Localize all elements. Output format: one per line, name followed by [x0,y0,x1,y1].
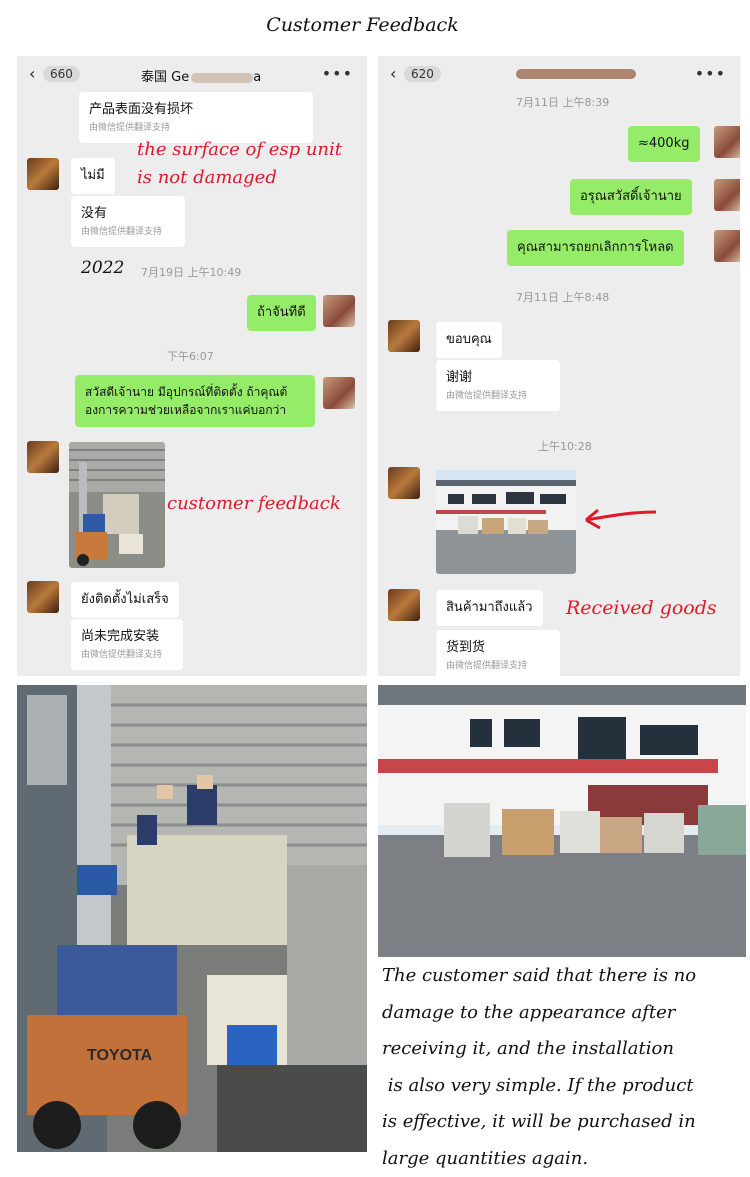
message-text: 尚未完成安装 [81,629,159,644]
avatar[interactable] [388,467,420,499]
message-bubble: ขอบคุณ [436,322,502,358]
message-text: 产品表面没有损坏 [89,102,193,117]
installation-site-photo [69,442,165,568]
description-line: is also very simple. If the product [382,1068,748,1105]
message-bubble-sent: คุณสามารถยกเลิกการโหลด [507,230,684,266]
avatar[interactable] [323,377,355,409]
message-text: สวัสดีเจ้านาย มีอุปกรณ์ที่ติดตั้ง ถ้าคุณ… [85,383,305,401]
description-line: is effective, it will be purchased in [382,1104,748,1141]
back-chevron-icon[interactable]: ‹ [29,64,35,83]
message-text: 货到货 [446,640,485,655]
avatar[interactable] [27,441,59,473]
warehouse-photo [378,685,746,957]
message-bubble: ไม่มี [71,158,115,194]
installation-scene: TOYOTA [17,685,367,1152]
red-arrow-icon [580,502,660,532]
timestamp: 上午10:28 [538,438,592,454]
translation-note: 由微信提供翻译支持 [81,649,173,663]
message-bubble: ยังติดตั้งไม่เสร็จ [71,582,179,618]
redaction-blur [191,73,253,83]
left-chat-screenshot: ‹ 660 泰国 Ge a ••• 产品表面没有损坏 由微信提供翻译支持 ไม่ม… [17,56,367,676]
message-text: สินค้ามาถึงแล้ว [446,600,533,615]
chat-title: 泰国 Ge a [141,66,261,85]
chat-title-prefix: 泰国 Ge [141,70,189,85]
annotation-line: is not damaged [137,166,342,189]
avatar[interactable] [714,179,740,211]
forklift-brand-text: TOYOTA [87,1047,153,1064]
timestamp: 7月19日 上午10:49 [141,264,241,280]
installation-photo: TOYOTA [17,685,367,1152]
message-text: 没有 [81,206,107,221]
message-text: ขอบคุณ [446,332,492,347]
message-text: อรุณสวัสดิ์เจ้านาย [580,189,682,204]
message-bubble: 产品表面没有损坏 由微信提供翻译支持 [79,92,313,143]
timestamp: 下午6:07 [167,348,214,364]
page-title: Customer Feedback [0,14,725,36]
translation-note: 由微信提供翻译支持 [446,660,550,674]
avatar[interactable] [27,581,59,613]
message-bubble-sent: ≈400kg [628,126,700,162]
timestamp: 7月11日 上午8:39 [516,94,609,110]
unread-count-badge: 620 [404,66,441,82]
more-icon[interactable]: ••• [322,64,353,83]
right-chat-header: ‹ 620 ••• [378,56,740,94]
right-chat-screenshot: ‹ 620 ••• 7月11日 上午8:39 ≈400kg อรุณสวัสดิ… [378,56,740,676]
avatar[interactable] [27,158,59,190]
timestamp: 7月11日 上午8:48 [516,289,609,305]
translation-note: 由微信提供翻译支持 [89,122,303,136]
message-text: 谢谢 [446,370,472,385]
message-bubble: สินค้ามาถึงแล้ว [436,590,543,626]
message-bubble: 货到货 由微信提供翻译支持 [436,630,560,676]
avatar[interactable] [714,230,740,262]
message-text: ยังติดตั้งไม่เสร็จ [81,592,169,607]
message-bubble: 没有 由微信提供翻译支持 [71,196,185,247]
translation-note: 由微信提供翻译支持 [446,390,550,404]
message-bubble-sent: ถ้าจันทีดี [247,295,316,331]
annotation-received: Received goods [566,596,717,621]
redaction-blur [516,69,636,79]
description-line: damage to the appearance after [382,995,748,1032]
annotation-feedback: customer feedback [167,492,341,515]
description-line: receiving it, and the installation [382,1031,748,1068]
message-text: ถ้าจันทีดี [257,305,306,320]
message-text: คุณสามารถยกเลิกการโหลด [517,240,674,255]
unread-count-badge: 660 [43,66,80,82]
avatar[interactable] [714,126,740,158]
image-thumbnail[interactable] [436,470,576,574]
message-text: องการความช่วยเหลือจากเราแค่บอกว่า [85,401,305,419]
description-line: large quantities again. [382,1141,748,1177]
description-line: The customer said that there is no [382,958,748,995]
message-text: ≈400kg [638,136,690,151]
message-text: ไม่มี [81,168,105,183]
warehouse-delivery-photo [436,470,576,574]
chat-title-redacted [514,66,636,81]
translation-note: 由微信提供翻译支持 [81,226,175,240]
message-bubble: 谢谢 由微信提供翻译支持 [436,360,560,411]
avatar[interactable] [323,295,355,327]
image-thumbnail[interactable] [69,442,165,568]
message-bubble-sent: สวัสดีเจ้านาย มีอุปกรณ์ที่ติดตั้ง ถ้าคุณ… [75,375,315,427]
back-chevron-icon[interactable]: ‹ [390,64,396,83]
left-chat-header: ‹ 660 泰国 Ge a ••• [17,56,367,94]
chat-title-suffix: a [253,70,261,85]
year-label: 2022 [81,258,124,278]
warehouse-scene [378,685,746,957]
avatar[interactable] [388,320,420,352]
annotation-surface: the surface of esp unit is not damaged [137,138,342,190]
description-paragraph: The customer said that there is no damag… [382,958,748,1177]
more-icon[interactable]: ••• [695,64,726,83]
annotation-line: the surface of esp unit [137,138,342,161]
message-bubble: 尚未完成安装 由微信提供翻译支持 [71,619,183,670]
message-bubble-sent: อรุณสวัสดิ์เจ้านาย [570,179,692,215]
avatar[interactable] [388,589,420,621]
